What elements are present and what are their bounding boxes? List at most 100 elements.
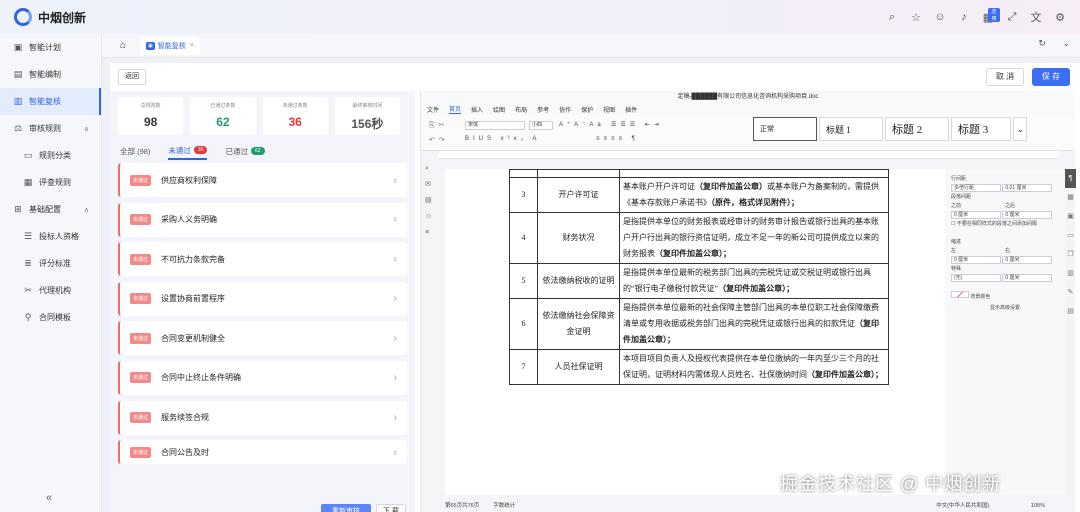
menu-insert[interactable]: 插入 <box>471 105 483 114</box>
app-logo[interactable]: 中烟创新 <box>14 8 86 26</box>
language-status[interactable]: 中文(中华人民共和国) <box>936 503 989 509</box>
indent-right-input[interactable]: 0 厘米 <box>1002 256 1053 264</box>
sidebar-group-config[interactable]: ⊞ 基础配置 ∧ <box>0 196 101 223</box>
menu-home[interactable]: 首页 <box>449 104 462 114</box>
list-icons[interactable]: ☰☰☰ ⇤⇥ <box>611 121 663 128</box>
status-badge: 未通过 <box>130 293 152 305</box>
list-item[interactable]: 未通过 合同公告及时 › <box>118 440 407 465</box>
undo-redo-icons[interactable]: ↶↷ <box>429 136 449 144</box>
review-icon[interactable]: ▤ <box>425 193 435 209</box>
special-value-input[interactable]: 0 厘米 <box>1002 274 1053 282</box>
menu-layout[interactable]: 布局 <box>515 105 527 114</box>
clipboard-icons[interactable]: ⎘✂ <box>429 121 448 130</box>
chart-icon[interactable]: ▥ <box>1065 264 1076 283</box>
translate-icon[interactable]: 文 <box>1024 9 1048 25</box>
gear-icon[interactable]: ⚙ <box>1048 11 1072 24</box>
tab-all[interactable]: 全部 (98) <box>120 142 150 160</box>
list-item[interactable]: 未通过 供应商权利保障 › <box>118 163 407 197</box>
home-icon[interactable]: ⌂ <box>112 40 134 51</box>
special-select[interactable]: (无) <box>951 274 1001 282</box>
sidebar-item-review[interactable]: ▥ 智能复核 <box>0 88 101 115</box>
menu-protect[interactable]: 保护 <box>581 105 593 114</box>
format-icons[interactable]: BIUS x²x₂ A <box>465 136 540 142</box>
list-item[interactable]: 未通过 设置协商前置程序 › <box>118 281 407 316</box>
save-button[interactable]: 保 存 <box>1032 68 1070 86</box>
bell-icon[interactable]: ♪ <box>952 11 976 23</box>
zoom-level[interactable]: 100% <box>1031 503 1045 509</box>
menu-view[interactable]: 视图 <box>603 105 615 114</box>
sidebar-item-review-rules[interactable]: ▦ 评查规则 <box>0 169 101 196</box>
paragraph-icon[interactable]: ¶ <box>1065 169 1076 188</box>
heading-icon[interactable]: ≡ <box>425 225 435 241</box>
refresh-icon[interactable]: ↻ <box>1038 38 1046 48</box>
list-item[interactable]: 未通过 不可抗力条款完备 › <box>118 242 407 277</box>
table-icon[interactable]: ▦ <box>1065 188 1076 207</box>
chevron-down-icon[interactable]: ⌄ <box>1062 38 1070 48</box>
chat-icon[interactable]: ☺ <box>928 11 952 23</box>
fullscreen-icon[interactable]: ⤢ <box>1000 11 1024 24</box>
word-count[interactable]: 字数统计 <box>493 501 515 509</box>
layers-icon[interactable]: ❐ <box>1065 245 1076 264</box>
download-button[interactable]: 下 载 <box>376 504 406 512</box>
sidebar-item-plan[interactable]: ▣ 智能计划 <box>0 34 101 61</box>
text-box-icon[interactable]: ▤ <box>1065 302 1076 321</box>
menu-reference[interactable]: 参考 <box>537 105 549 114</box>
sidebar-item-label: 评查规则 <box>39 178 71 187</box>
back-button[interactable]: 返回 <box>118 69 146 85</box>
paragraph-icons[interactable]: ≡≡≡≡ ¶ <box>596 136 639 142</box>
sidebar-item-rule-category[interactable]: ▭ 规则分类 <box>0 142 101 169</box>
sidebar-item-contract[interactable]: ⚲ 合同模板 <box>0 304 101 331</box>
font-select[interactable]: 宋体 <box>465 121 525 130</box>
settings-icon[interactable]: ☆ <box>904 11 928 24</box>
style-more[interactable]: ⌄ <box>1013 117 1027 141</box>
menu-plugins[interactable]: 插件 <box>625 105 637 114</box>
list-item[interactable]: 未通过 合同变更机制健全 › <box>118 321 407 356</box>
tab-review[interactable]: ▣ 智能复核 × <box>140 36 200 55</box>
menu-collaborate[interactable]: 协作 <box>559 105 571 114</box>
signature-icon[interactable]: ✎ <box>1065 283 1076 302</box>
sidebar-item-bidder[interactable]: ☰ 投标人资格 <box>0 223 101 250</box>
sidebar-group-rules[interactable]: ⚖ 审核规则 ∧ <box>0 115 101 142</box>
style-normal[interactable]: 正常 <box>753 117 817 141</box>
list-item[interactable]: 未通过 服务续签合规 › <box>118 400 407 435</box>
style-heading-2[interactable]: 标题 2 <box>885 117 949 141</box>
tab-failed[interactable]: 未通过 36 <box>168 142 208 160</box>
comment-icon[interactable]: ✉ <box>425 177 435 193</box>
spacing-after-input[interactable]: 0 厘米 <box>1002 211 1053 219</box>
line-spacing-value[interactable]: 0.01 厘米 <box>1002 184 1053 192</box>
indent-left-input[interactable]: 0 厘米 <box>951 256 1001 264</box>
chat-icon[interactable]: ☺ <box>425 209 435 225</box>
list-item[interactable]: 未通过 合同中止终止条件明确 › <box>118 360 407 395</box>
shape-icon[interactable]: ▭ <box>1065 226 1076 245</box>
collapse-sidebar-icon[interactable]: « <box>46 492 52 504</box>
cancel-button[interactable]: 取 消 <box>986 68 1024 86</box>
search-icon[interactable]: ⌕ <box>880 11 904 24</box>
spacing-before-input[interactable]: 0 厘米 <box>951 211 1001 219</box>
recheck-button[interactable]: 重新审核 <box>321 504 371 512</box>
apps-icon[interactable]: ▦应用 <box>976 7 1000 24</box>
menu-file[interactable]: 文件 <box>427 105 439 114</box>
close-icon[interactable]: × <box>190 42 194 49</box>
document-page[interactable]: 3 开户许可证 基本账户开户许可证（复印件加盖公章）或基本账户为备案制的，需提供… <box>445 169 945 495</box>
font-size-select[interactable]: 小四 <box>529 121 553 130</box>
bg-color-swatch[interactable] <box>951 291 969 298</box>
style-heading-3[interactable]: 标题 3 <box>951 117 1011 141</box>
font-adjust-icons[interactable]: A⁺A⁻Aa <box>559 121 605 128</box>
score-icon: ≣ <box>24 258 32 268</box>
sidebar-item-agency[interactable]: ✂ 代理机构 <box>0 277 101 304</box>
sidebar-item-compile[interactable]: ▤ 智能编制 <box>0 61 101 88</box>
tab-passed[interactable]: 已通过 62 <box>225 142 265 160</box>
issue-title: 合同公告及时 <box>161 447 210 457</box>
horizontal-ruler[interactable] <box>439 151 1059 159</box>
image-icon[interactable]: ▣ <box>1065 207 1076 226</box>
list-item[interactable]: 未通过 采购人义务明确 › <box>118 202 407 237</box>
rule-icon: ⚖ <box>13 123 23 133</box>
style-heading-1[interactable]: 标题 1 <box>819 117 883 141</box>
search-icon[interactable]: ⌕ <box>425 161 435 177</box>
line-spacing-type[interactable]: 多倍行距 <box>951 184 1001 192</box>
menu-draw[interactable]: 绘图 <box>493 105 505 114</box>
sidebar-item-scoring[interactable]: ≣ 评分标准 <box>0 250 101 277</box>
checkbox[interactable]: ☐ <box>951 221 955 227</box>
advanced-settings-link[interactable]: 显示高级设置 <box>951 304 1059 313</box>
tab-page-icon: ▣ <box>146 41 155 50</box>
